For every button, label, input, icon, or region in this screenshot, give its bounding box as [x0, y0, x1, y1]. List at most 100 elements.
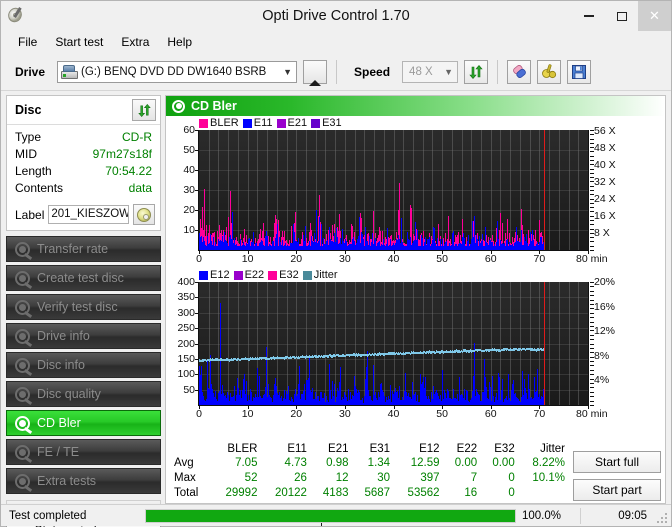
x-axis-tick: [247, 406, 249, 409]
legend-label: E22: [244, 269, 265, 281]
status-divider: [580, 507, 581, 524]
table-row: Avg 7.05 4.73 0.98 1.34 12.59 0.00 0.00 …: [170, 456, 569, 471]
progress-bar: [145, 508, 516, 523]
refresh-button[interactable]: [464, 59, 489, 84]
y-axis-tick: [195, 230, 199, 231]
cell-max-e22: 7: [470, 472, 478, 484]
start-full-button[interactable]: Start full: [573, 451, 661, 473]
resize-grip-icon[interactable]: [653, 509, 667, 523]
col-header-e11: E11: [287, 443, 307, 455]
sidebar-item-disc-info[interactable]: Disc info: [6, 352, 161, 378]
y2-axis-tick-label: 40 X: [594, 159, 616, 172]
cell-max-e11: 26: [294, 472, 307, 484]
cell-total-jitter: [519, 486, 569, 501]
menu-item-file[interactable]: File: [9, 33, 46, 51]
disc-test-icon: [15, 473, 33, 492]
speed-select[interactable]: 48 X ▼: [402, 60, 459, 83]
y-axis-tick-label: 10: [183, 224, 195, 236]
menu-item-help[interactable]: Help: [158, 33, 201, 51]
chevron-down-icon: ▼: [283, 66, 292, 77]
disc-row-value: data: [128, 181, 152, 195]
plot-canvas: [199, 130, 588, 250]
x-axis-tick-label: 50: [436, 408, 448, 420]
disc-label-row: Label 201_KIESZOWI: [7, 202, 160, 230]
toolbar: Drive (G:) BENQ DVD DD DW1640 BSRB ▼ Spe…: [1, 53, 671, 526]
save-button[interactable]: [567, 59, 592, 84]
disc-label-input[interactable]: 201_KIESZOWI: [48, 205, 129, 224]
x-axis-tick: [393, 251, 395, 254]
col-header-e22: E22: [456, 443, 478, 455]
speed-select-value: 48 X: [409, 65, 433, 78]
cd-bler-chart[interactable]: BLER E11 E21 E31 10 20 30 40 50 60 8 X 16 X 24 X 32 …: [168, 117, 663, 269]
refresh-arrows-icon: [469, 64, 483, 79]
x-axis-tick-label: 30: [339, 408, 351, 420]
legend-label: E32: [279, 269, 299, 281]
cd-bler-e12-chart[interactable]: E12 E22 E32 Jitter 50 100 150 200 250 300 350 400 4…: [168, 269, 663, 429]
erase-button[interactable]: [507, 59, 532, 84]
sidebar-item-extra-tests[interactable]: Extra tests: [6, 468, 161, 494]
y-axis-tick-label: 350: [177, 291, 195, 304]
eject-button[interactable]: [303, 59, 328, 526]
tools-button[interactable]: [537, 59, 562, 84]
close-button[interactable]: ✕: [638, 1, 671, 31]
cell-avg-e31: 1.34: [367, 457, 391, 469]
legend-entry: E32: [268, 269, 299, 281]
sidebar-item-cd-bler[interactable]: CD Bler: [6, 410, 161, 436]
disc-refresh-button[interactable]: [132, 99, 156, 121]
disc-row-key: MID: [15, 147, 37, 161]
drive-select[interactable]: (G:) BENQ DVD DD DW1640 BSRB ▼: [57, 60, 298, 83]
sidebar-item-drive-info[interactable]: Drive info: [6, 323, 161, 349]
sidebar-item-fe-te[interactable]: FE / TE: [6, 439, 161, 465]
speed-label: Speed: [354, 64, 391, 79]
sidebar-item-label: Extra tests: [37, 474, 97, 488]
legend-entry: E31: [311, 117, 342, 129]
y2-axis-tickmarks: [589, 282, 594, 406]
cell-total-bler: 29992: [225, 487, 258, 499]
x-axis-tick: [490, 251, 492, 254]
disc-label-button[interactable]: [133, 204, 155, 225]
y-axis-tick: [195, 297, 199, 299]
x-axis-tick: [296, 251, 298, 254]
legend-entry: E11: [242, 117, 273, 129]
minimize-button[interactable]: [572, 1, 605, 31]
y2-axis-tickmarks: [589, 130, 594, 251]
cell-total-e22: 16: [464, 487, 478, 499]
start-part-button[interactable]: Start part: [573, 479, 661, 501]
end-marker-line: [544, 282, 545, 405]
menu-item-extra[interactable]: Extra: [112, 33, 158, 51]
sidebar-item-disc-quality[interactable]: Disc quality: [6, 381, 161, 407]
grid-line-horizontal: [199, 190, 588, 191]
legend-label: BLER: [210, 117, 239, 129]
cell-max-e31: 30: [377, 472, 391, 484]
disc-test-icon: [15, 444, 33, 463]
menu-item-start-test[interactable]: Start test: [46, 33, 112, 51]
y2-axis-tick-label: 8 X: [594, 227, 610, 240]
close-icon: ✕: [649, 8, 660, 23]
sidebar-item-label: Disc quality: [37, 387, 101, 401]
eraser-icon: [512, 65, 526, 78]
x-axis-tick-label: 10: [241, 253, 254, 265]
cell-max-jitter: 10.1%: [532, 472, 565, 484]
x-axis-tick: [199, 251, 200, 254]
sidebar-item-label: Transfer rate: [37, 242, 109, 256]
sidebar-item-create-test-disc[interactable]: Create test disc: [6, 265, 161, 291]
disc-row-value: 97m27s18f: [92, 147, 152, 161]
y-axis-tick-label: 30: [183, 184, 195, 196]
sidebar-item-verify-test-disc[interactable]: Verify test disc: [6, 294, 161, 320]
y-axis-tick: [195, 210, 199, 211]
maximize-button[interactable]: [605, 1, 638, 31]
disc-row-length: Length 70:54.22: [15, 163, 152, 180]
toolbar-divider-2: [497, 59, 499, 84]
sidebar-item-transfer-rate[interactable]: Transfer rate: [6, 236, 161, 262]
legend-entry: E12: [199, 269, 230, 281]
end-marker-line: [544, 130, 545, 250]
x-axis-tick-label: 70: [533, 253, 546, 265]
legend-swatch-icon: [302, 270, 312, 280]
table-row: Total 29992 20122 4183 5687 53562 16 0: [170, 486, 569, 501]
legend-swatch-icon: [311, 118, 321, 128]
y2-axis-tick-label: 56 X: [594, 125, 616, 138]
legend-swatch-icon: [242, 118, 252, 128]
sidebar: Disc Type CD-R MID 97m27s18f Length 70:5…: [6, 95, 161, 527]
x-axis-tick: [442, 251, 444, 254]
disc-row-value: CD-R: [122, 130, 152, 144]
